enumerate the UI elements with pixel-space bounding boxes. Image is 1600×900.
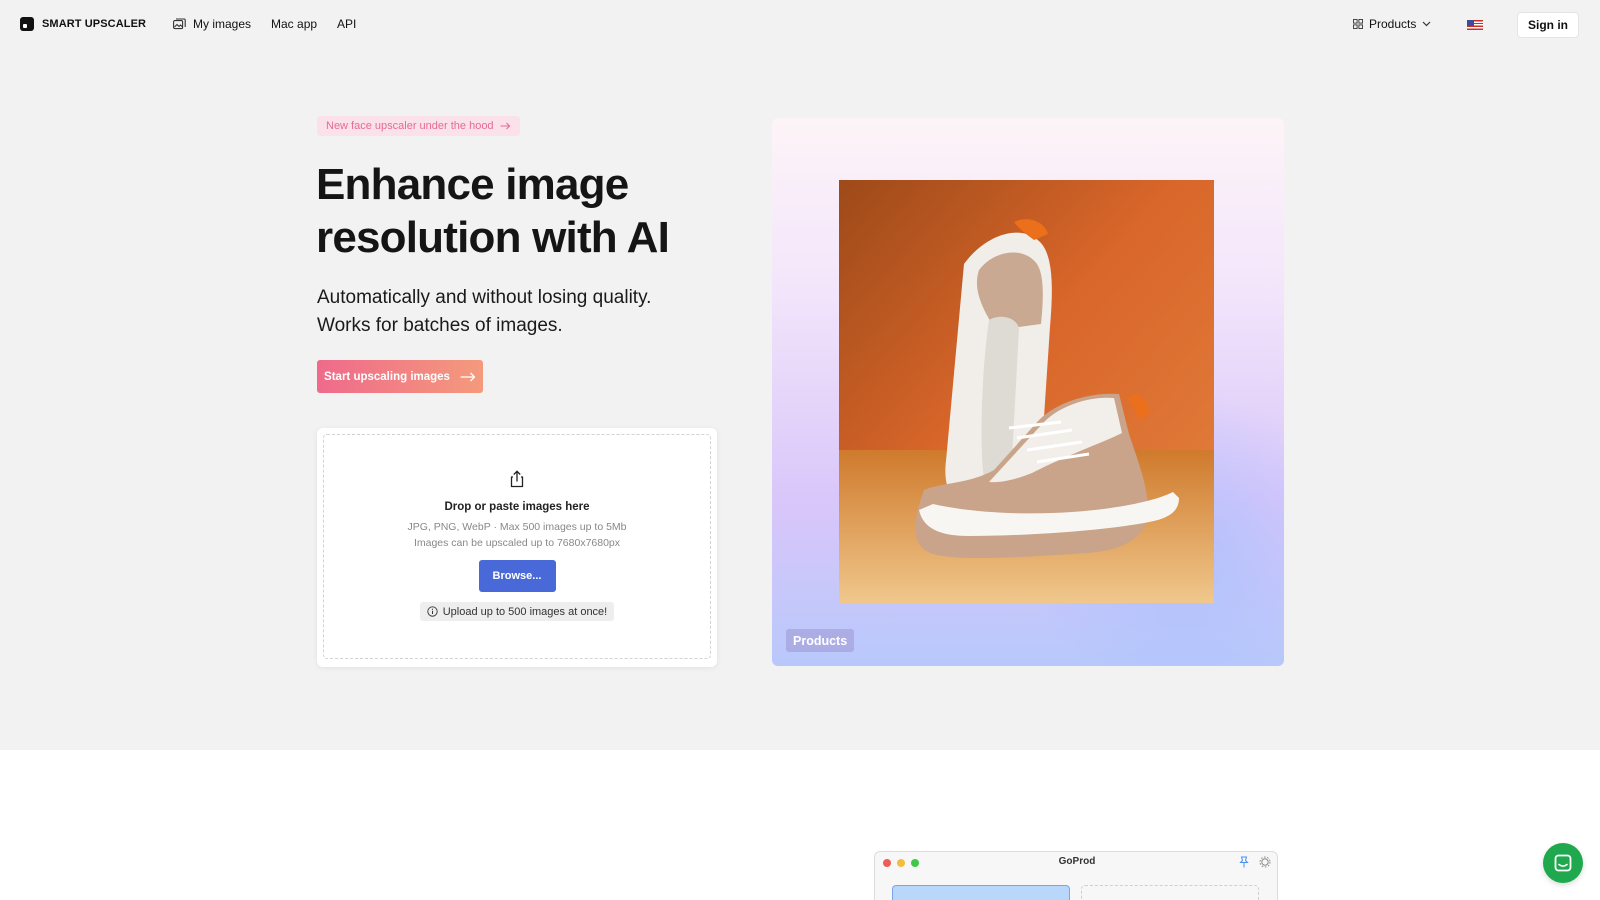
upload-icon: [510, 470, 524, 488]
hero-subtitle-line-2: Works for batches of images.: [317, 315, 563, 336]
drop-info: JPG, PNG, WebP · Max 500 images up to 5M…: [407, 519, 626, 551]
upload-limit-note: Upload up to 500 images at once!: [419, 602, 615, 621]
nav-mac-app[interactable]: Mac app: [271, 17, 317, 31]
nav-mac-app-label: Mac app: [271, 17, 318, 31]
brand-name: SMART UPSCALER: [42, 18, 147, 30]
grid-icon: [1353, 19, 1363, 29]
nav-my-images-label: My images: [193, 17, 252, 31]
gear-icon: [1259, 856, 1271, 868]
chevron-down-icon: [1422, 21, 1431, 27]
hero-subtitle: Automatically and without losing quality…: [317, 284, 717, 340]
pin-icon: [1239, 856, 1249, 868]
browse-button[interactable]: Browse...: [478, 560, 556, 592]
main-nav: My images Mac app API: [173, 17, 356, 31]
drop-info-formats: JPG, PNG, WebP · Max 500 images up to 5M…: [407, 521, 627, 533]
drop-zone[interactable]: Drop or paste images here JPG, PNG, WebP…: [323, 434, 711, 659]
nav-api[interactable]: API: [337, 17, 356, 31]
mac-app-preview: GoProd: [874, 851, 1278, 900]
drop-info-resolution: Images can be upscaled up to 7680x7680px: [413, 537, 621, 549]
us-flag-icon[interactable]: [1467, 20, 1483, 30]
start-upscaling-label: Start upscaling images: [324, 370, 450, 383]
announcement-badge[interactable]: New face upscaler under the hood: [317, 116, 520, 136]
logo-icon: [20, 17, 34, 31]
start-upscaling-button[interactable]: Start upscaling images: [317, 360, 483, 393]
brand-logo[interactable]: SMART UPSCALER: [20, 17, 146, 31]
sneakers-product-image[interactable]: [839, 180, 1214, 603]
products-dropdown[interactable]: Products: [1353, 17, 1431, 31]
chat-icon: [1554, 854, 1572, 872]
chat-support-button[interactable]: [1543, 843, 1583, 883]
features-section: GoProd: [0, 750, 1600, 900]
sign-in-button[interactable]: Sign in: [1517, 12, 1579, 38]
top-navigation: SMART UPSCALER My images Mac app API Pro…: [0, 0, 1600, 50]
upload-card: Drop or paste images here JPG, PNG, WebP…: [317, 428, 717, 667]
mac-window-title: GoProd: [1058, 856, 1096, 867]
upload-limit-text: Upload up to 500 images at once!: [442, 605, 608, 618]
hero-subtitle-line-1: Automatically and without losing quality…: [317, 287, 652, 308]
nav-my-images[interactable]: My images: [173, 17, 251, 31]
arrow-right-icon: [460, 372, 476, 381]
mac-selected-tile: [892, 885, 1070, 900]
mac-empty-tile: [1081, 885, 1259, 900]
info-icon: [427, 606, 438, 617]
hero-title: Enhance image resolution with AI: [316, 160, 670, 262]
announcement-text: New face upscaler under the hood: [326, 120, 494, 132]
image-gallery-icon: [173, 18, 186, 30]
arrow-right-icon: [500, 122, 510, 130]
category-label: Products: [786, 629, 855, 652]
drop-title: Drop or paste images here: [444, 501, 590, 513]
nav-api-label: API: [337, 17, 357, 31]
products-label: Products: [1369, 17, 1417, 31]
example-showcase: Products: [772, 118, 1284, 666]
